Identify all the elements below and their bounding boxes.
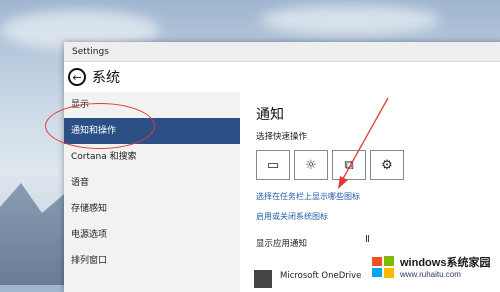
window-title: Settings (72, 46, 109, 57)
sidebar-item-speech[interactable]: 语音 (64, 170, 240, 196)
tablet-mode-icon: ▭ (266, 157, 280, 173)
sidebar-item-storage[interactable]: 存储感知 (64, 196, 240, 222)
quick-actions-label: 选择快速操作 (256, 132, 308, 142)
annotation-arrow (338, 97, 389, 189)
watermark-url: www.ruhaitu.com (400, 270, 461, 279)
quick-action-tile-tablet[interactable]: ▭ (256, 150, 290, 180)
mountains (0, 183, 70, 285)
page-header: ← 系统 (64, 62, 500, 92)
windows-logo-icon (372, 255, 394, 278)
quick-action-tile-brightness[interactable]: ☼ (294, 150, 328, 180)
title-bar[interactable]: Settings (64, 42, 500, 62)
system-icons-link[interactable]: 启用或关闭系统图标 (256, 211, 328, 222)
onedrive-label: Microsoft OneDrive (280, 271, 362, 281)
brightness-icon: ☼ (305, 157, 317, 173)
annotation-circle (45, 103, 155, 149)
watermark-title: windows系统家园 (400, 257, 491, 269)
back-arrow-icon: ← (72, 70, 82, 84)
sidebar-item-power[interactable]: 电源选项 (64, 222, 240, 248)
cloud (260, 5, 440, 35)
sidebar-item-multitasking[interactable]: 排列窗口 (64, 248, 240, 274)
notifications-toggle[interactable]: Ⅱ (365, 234, 370, 245)
show-app-notifications-label: 显示应用通知 (256, 239, 308, 249)
watermark: windows系统家园 www.ruhaitu.com (370, 248, 500, 285)
onedrive-icon (254, 270, 272, 288)
back-button[interactable]: ← (68, 68, 86, 86)
page-title: 系统 (92, 70, 120, 86)
section-title: 通知 (256, 107, 284, 123)
